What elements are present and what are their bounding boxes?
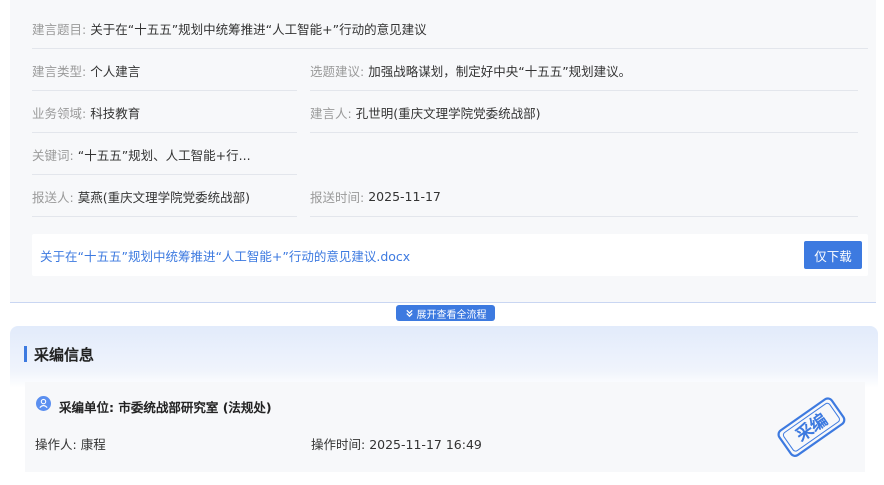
section-title: 采编信息 xyxy=(34,346,95,364)
title-label: 建言题目: xyxy=(32,21,87,37)
editing-stamp: 采编 xyxy=(777,397,846,457)
topic-row: 选题建议: 加强战略谋划，制定好中央“十五五”规划建议。 xyxy=(310,50,858,91)
section-accent-bar xyxy=(24,346,27,362)
title-value: 关于在“十五五”规划中统筹推进“人工智能+”行动的意见建议 xyxy=(90,21,427,37)
download-button[interactable]: 仅下载 xyxy=(804,241,862,269)
editing-info-panel: 采编单位: 市委统战部研究室 (法规处) 操作人: 康程 操作时间: 2025-… xyxy=(25,382,865,472)
submitter-label: 报送人: xyxy=(32,189,74,205)
type-label: 建言类型: xyxy=(32,63,87,79)
proposer-row: 建言人: 孔世明(重庆文理学院党委统战部) xyxy=(310,92,858,133)
field-row: 业务领域: 科技教育 xyxy=(32,92,297,133)
keywords-label: 关键词: xyxy=(32,147,74,163)
proposal-detail-card: 建言题目: 关于在“十五五”规划中统筹推进“人工智能+”行动的意见建议 建言类型… xyxy=(10,0,876,303)
person-icon xyxy=(36,396,51,411)
double-chevron-down-icon xyxy=(405,309,413,317)
field-value: 科技教育 xyxy=(90,105,141,121)
submit-time-value: 2025-11-17 xyxy=(368,188,441,204)
type-row: 建言类型: 个人建言 xyxy=(32,50,297,91)
type-value: 个人建言 xyxy=(90,63,141,79)
keywords-row: 关键词: “十五五”规划、人工智能+行... xyxy=(32,134,297,175)
attachment-bar: 关于在“十五五”规划中统筹推进“人工智能+”行动的意见建议.docx 仅下载 xyxy=(32,234,868,276)
topic-label: 选题建议: xyxy=(310,63,365,79)
attachment-link[interactable]: 关于在“十五五”规划中统筹推进“人工智能+”行动的意见建议.docx xyxy=(40,246,410,265)
keywords-value: “十五五”规划、人工智能+行... xyxy=(77,147,251,163)
expand-flow-label: 展开查看全流程 xyxy=(416,309,487,321)
operation-time-value: 2025-11-17 16:49 xyxy=(369,437,482,452)
submit-time-label: 报送时间: xyxy=(310,189,365,205)
submit-time-row: 报送时间: 2025-11-17 xyxy=(310,176,858,217)
operation-time: 操作时间: 2025-11-17 16:49 xyxy=(311,434,482,453)
proposer-label: 建言人: xyxy=(310,105,352,121)
expand-flow-button[interactable]: 展开查看全流程 xyxy=(396,305,495,321)
operation-time-label: 操作时间: xyxy=(311,437,366,452)
submitter-value: 莫燕(重庆文理学院党委统战部) xyxy=(77,189,250,205)
field-label: 业务领域: xyxy=(32,105,87,121)
operator-label: 操作人: xyxy=(35,437,77,452)
editing-info-card: 采编信息 采编单位: 市委统战部研究室 (法规处) 操作人: 康程 操作时间: … xyxy=(10,326,878,485)
editing-unit-value: 市委统战部研究室 (法规处) xyxy=(118,400,272,415)
proposer-value: 孔世明(重庆文理学院党委统战部) xyxy=(355,105,541,121)
submitter-row: 报送人: 莫燕(重庆文理学院党委统战部) xyxy=(32,176,297,217)
editing-unit-label: 采编单位: xyxy=(59,400,114,415)
topic-value: 加强战略谋划，制定好中央“十五五”规划建议。 xyxy=(368,63,632,79)
title-row: 建言题目: 关于在“十五五”规划中统筹推进“人工智能+”行动的意见建议 xyxy=(32,8,868,49)
editing-unit: 采编单位: 市委统战部研究室 (法规处) xyxy=(59,397,272,416)
operator: 操作人: 康程 xyxy=(35,434,106,453)
operator-value: 康程 xyxy=(80,437,106,452)
